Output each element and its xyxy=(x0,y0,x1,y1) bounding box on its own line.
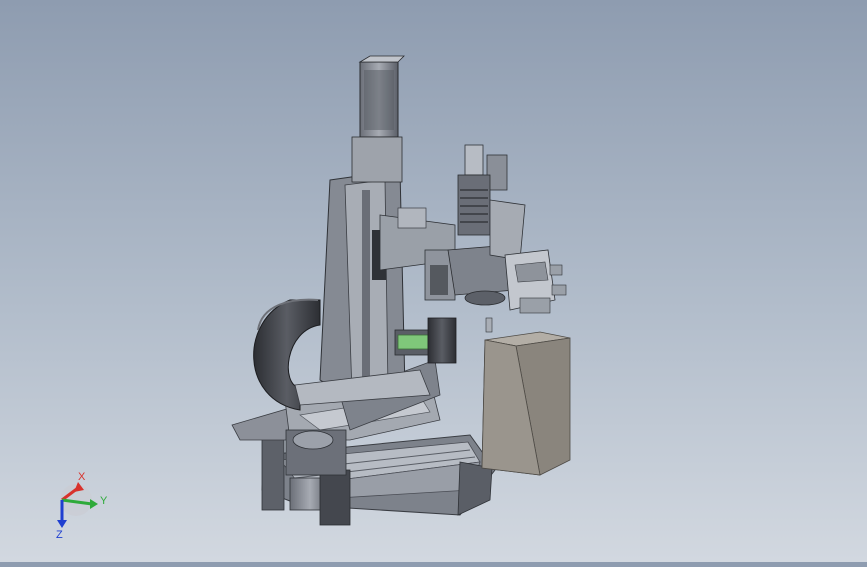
y-axis-label: Y xyxy=(100,495,108,507)
coordinate-triad: X Y Z xyxy=(56,471,108,541)
tool-head-arm xyxy=(379,144,567,333)
z-axis-label: Z xyxy=(56,529,63,541)
x-axis-label: X xyxy=(78,471,86,483)
workpiece-block xyxy=(481,331,571,476)
cad-viewport[interactable]: X Y Z xyxy=(0,0,867,562)
cad-model-canvas[interactable]: X Y Z xyxy=(0,0,867,562)
